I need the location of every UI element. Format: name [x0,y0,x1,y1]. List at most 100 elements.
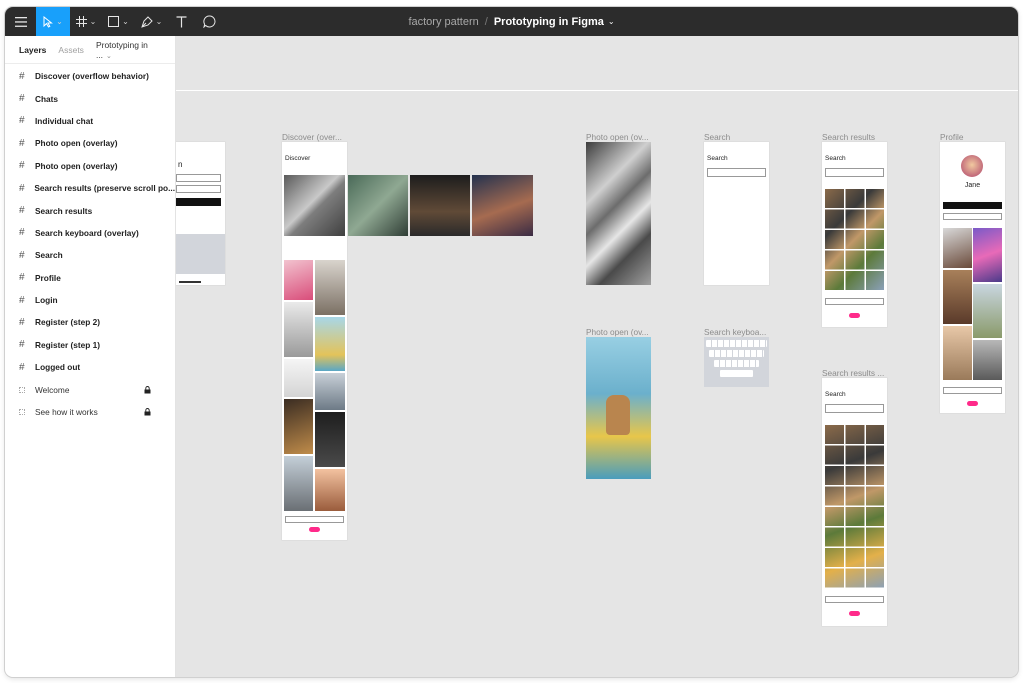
profile-photo[interactable] [973,228,1002,282]
profile-photo[interactable] [973,340,1002,380]
frame-hash-icon: # [19,70,25,82]
tab-bar-active-indicator[interactable] [309,527,320,532]
frame-label-photo-open[interactable]: Photo open (ov... [586,132,649,142]
search-results-input[interactable] [825,168,884,177]
tab-layers[interactable]: Layers [19,45,46,55]
keyboard-row[interactable] [714,360,759,367]
discover-photo[interactable] [315,317,345,371]
login-email-field[interactable] [176,174,221,182]
layer-item[interactable]: # Photo open (overlay) [5,132,175,154]
profile-see-more[interactable] [943,387,1002,394]
comment-tool-button[interactable] [194,7,224,36]
discover-photo[interactable] [315,469,345,511]
tab-assets[interactable]: Assets [58,45,84,55]
pen-tool-button[interactable]: ⌄ [135,7,168,36]
avatar[interactable] [961,155,983,177]
search-results-photo-grid[interactable] [825,189,884,290]
profile-photo[interactable] [943,326,972,380]
layer-item[interactable]: # Search results [5,199,175,221]
search-results-2-input[interactable] [825,404,884,413]
frame-hash-icon [75,16,87,27]
page-selector[interactable]: Prototyping in ... ⌄ [96,40,165,60]
frame-photo-open-2[interactable] [586,337,651,479]
frame-label-search-results[interactable]: Search results [822,132,875,142]
layer-item[interactable]: # Logged out [5,356,175,378]
frame-login[interactable]: n [176,142,225,285]
layer-item[interactable]: # Search [5,244,175,266]
follow-button[interactable] [943,202,1002,209]
layer-item[interactable]: # Individual chat [5,110,175,132]
discover-photo[interactable] [284,359,313,397]
layer-item[interactable]: See how it works [5,401,175,423]
login-title: n [178,160,183,169]
frame-label-search-keyboard[interactable]: Search keyboa... [704,327,766,337]
frame-search-keyboard[interactable] [704,337,769,387]
frame-label-photo-open-2[interactable]: Photo open (ov... [586,327,649,337]
search-input[interactable] [707,168,766,177]
text-tool-button[interactable] [168,7,194,36]
layer-name: Chats [35,93,59,104]
layer-item[interactable]: Welcome [5,378,175,400]
frame-label-search[interactable]: Search [704,132,730,142]
discover-photo[interactable] [284,399,313,454]
discover-photo[interactable] [284,456,313,511]
frame-tool-button[interactable]: ⌄ [70,7,102,36]
search-results-see-more[interactable] [825,298,884,305]
profile-photo[interactable] [943,228,972,268]
frame-label-discover[interactable]: Discover (over... [282,132,342,142]
layer-item[interactable]: # Photo open (overlay) [5,155,175,177]
lock-icon[interactable] [144,408,151,416]
frame-search[interactable]: Search [704,142,769,285]
layer-item[interactable]: # Search results (preserve scroll po... [5,177,175,199]
layer-item[interactable]: # Register (step 2) [5,311,175,333]
discover-photo[interactable] [315,373,345,410]
shape-tool-button[interactable]: ⌄ [102,7,135,36]
discover-photo[interactable] [284,260,313,300]
discover-photo[interactable] [315,260,345,315]
discover-photo[interactable] [284,302,313,357]
discover-photo[interactable] [315,412,345,467]
overflow-photo[interactable] [348,175,408,236]
keyboard-row[interactable] [709,350,764,357]
frame-label-profile[interactable]: Profile [940,132,964,142]
lock-icon[interactable] [144,385,151,394]
chevron-down-icon[interactable]: ⌄ [608,17,615,26]
layer-item[interactable]: # Login [5,289,175,311]
login-button[interactable] [176,198,221,206]
layer-item[interactable]: # Profile [5,267,175,289]
tab-bar-active-indicator[interactable] [967,401,978,406]
layer-item[interactable]: # Search keyboard (overlay) [5,222,175,244]
profile-photo[interactable] [973,284,1002,338]
see-more-button[interactable] [285,516,344,523]
frame-photo-open[interactable] [586,142,651,285]
project-name[interactable]: factory pattern [408,16,478,28]
search-results-2-see-more[interactable] [825,596,884,603]
file-name[interactable]: Prototyping in Figma [494,16,604,28]
login-password-field[interactable] [176,185,221,193]
message-button[interactable] [943,213,1002,220]
tab-bar-active-indicator[interactable] [849,313,860,318]
layer-item[interactable]: # Discover (overflow behavior) [5,65,175,87]
main-menu-button[interactable] [5,7,36,36]
design-canvas[interactable]: Discover (over... Photo open (ov... Sear… [176,36,1018,677]
keyboard-space-key[interactable] [720,370,753,377]
keyboard-row[interactable] [706,340,767,347]
frame-profile[interactable]: Jane [940,142,1005,413]
layer-item[interactable]: # Register (step 1) [5,334,175,356]
overflow-photo[interactable] [472,175,533,236]
discover-featured-photo[interactable] [284,175,345,236]
frame-hash-icon: # [19,227,25,239]
chevron-down-icon: ⌄ [122,17,129,26]
frame-search-results[interactable]: Search [822,142,887,327]
frame-discover[interactable]: Discover [282,142,347,540]
login-keyboard[interactable] [176,234,225,274]
search-results-2-photo-grid[interactable] [825,425,884,589]
toolbar: ⌄ ⌄ ⌄ ⌄ factory pattern / Prototyping in… [5,7,1018,36]
layer-item[interactable]: # Chats [5,87,175,109]
tab-bar-active-indicator[interactable] [849,611,860,616]
frame-label-search-results-2[interactable]: Search results ... [822,368,884,378]
overflow-photo[interactable] [410,175,470,236]
profile-photo[interactable] [943,270,972,324]
move-tool-button[interactable]: ⌄ [36,7,70,36]
frame-search-results-2[interactable]: Search [822,378,887,626]
